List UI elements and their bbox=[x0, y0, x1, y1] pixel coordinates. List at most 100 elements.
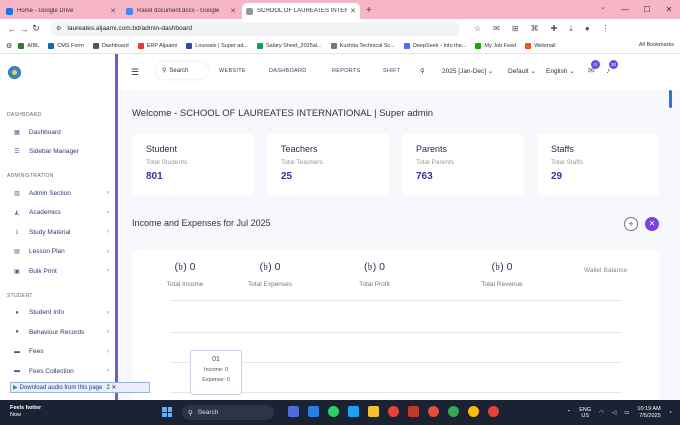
sidebar-item[interactable]: ▬ Fees › bbox=[13, 346, 109, 358]
whatsapp-icon[interactable] bbox=[328, 406, 339, 417]
global-search-icon[interactable]: ⚲ bbox=[420, 67, 425, 75]
chrome-icon[interactable] bbox=[468, 406, 479, 417]
nav-link-website[interactable]: WEBSITE bbox=[219, 68, 246, 74]
bookmark-item[interactable]: ERP Aljaami bbox=[137, 42, 177, 49]
app-icon[interactable] bbox=[408, 406, 419, 417]
battery-icon[interactable]: ▭ bbox=[624, 410, 629, 416]
download-extra-controls[interactable]: 2 ✕ bbox=[106, 384, 116, 391]
browser-tab[interactable]: Rasel document.docx - Google ✕ bbox=[122, 3, 240, 19]
sidebar-item[interactable]: ▦ Dashboard bbox=[13, 126, 109, 138]
sidebar-item[interactable]: ▣ Bulk Print › bbox=[13, 265, 109, 277]
close-window-button[interactable]: ✕ bbox=[658, 0, 680, 19]
browser-tab[interactable]: Home - Google Drive ✕ bbox=[2, 3, 120, 19]
extensions-puzzle-icon[interactable]: ✚ bbox=[551, 24, 558, 34]
school-logo[interactable] bbox=[8, 66, 21, 79]
notification-center-icon[interactable]: ◔ bbox=[669, 410, 672, 416]
tab-close-icon[interactable]: ✕ bbox=[110, 7, 116, 15]
minimize-button[interactable]: — bbox=[614, 0, 636, 19]
nav-link-reports[interactable]: REPORTS bbox=[332, 68, 361, 74]
bookmark-item[interactable]: Salary Sheet_2025al... bbox=[257, 42, 322, 49]
language-indicator[interactable]: ENG US bbox=[579, 407, 591, 419]
sidebar-item[interactable]: ▤ Lesson Plan › bbox=[13, 246, 109, 258]
app-icon[interactable] bbox=[288, 406, 299, 417]
app-icon[interactable] bbox=[308, 406, 319, 417]
sidebar-item[interactable]: ⤓ Study Material › bbox=[13, 226, 109, 238]
reload-button[interactable]: ↻ bbox=[30, 23, 42, 34]
sidebar-item[interactable]: ◭ Academics › bbox=[13, 207, 109, 219]
chrome-menu-icon[interactable]: ⋮ bbox=[602, 24, 610, 34]
weather-widget[interactable]: Feels hotter Now bbox=[10, 405, 41, 419]
tab-close-icon[interactable]: ✕ bbox=[350, 7, 356, 15]
notification-badge: 30 bbox=[609, 60, 618, 69]
chrome-icon[interactable] bbox=[388, 406, 399, 417]
card-subtitle: Total Students bbox=[146, 159, 188, 166]
sidebar-item[interactable]: ▥ Admin Section › bbox=[13, 187, 109, 199]
forward-button[interactable]: → bbox=[18, 24, 30, 34]
extension-icon[interactable]: ⊞ bbox=[512, 24, 519, 34]
sidebar-item-label: Academics bbox=[29, 209, 61, 216]
edge-icon[interactable] bbox=[348, 406, 359, 417]
bookmark-item[interactable]: AIBL bbox=[18, 42, 39, 49]
nav-link-dashboard[interactable]: DASHBOARD bbox=[269, 68, 307, 74]
card-title: Teachers bbox=[281, 144, 318, 154]
browser-tab[interactable]: SCHOOL OF LAUREATES INTERN ✕ bbox=[242, 3, 360, 19]
search-box[interactable]: ⚲ Search bbox=[156, 62, 208, 79]
bookmark-item[interactable]: Loureats | Super ad... bbox=[186, 42, 248, 49]
stat-value: (৳) 0 bbox=[491, 261, 513, 273]
all-bookmarks[interactable]: All Bookmarks bbox=[639, 42, 674, 48]
folder-icon[interactable] bbox=[368, 406, 379, 417]
message-icon[interactable]: ✉ 0 bbox=[588, 60, 600, 75]
hamburger-menu-icon[interactable]: ☰ bbox=[131, 67, 139, 78]
bookmark-item[interactable]: Webmail bbox=[525, 42, 556, 49]
chrome-icon[interactable] bbox=[448, 406, 459, 417]
stat-card[interactable]: Parents Total Parents 763 bbox=[402, 134, 524, 196]
back-button[interactable]: ← bbox=[6, 24, 18, 34]
new-tab-button[interactable]: + bbox=[366, 3, 372, 19]
download-audio-bar[interactable]: ▶ Download audio from this page 2 ✕ bbox=[10, 382, 150, 393]
sidebar-item[interactable]: ● Student Info › bbox=[13, 307, 109, 319]
bookmark-label: Loureats | Super ad... bbox=[195, 42, 248, 49]
translate-icon[interactable]: ⌘ bbox=[531, 24, 539, 34]
start-button[interactable] bbox=[162, 407, 172, 417]
download-icon[interactable]: ⤓ bbox=[569, 24, 573, 34]
language-select[interactable]: English ⌄ bbox=[546, 67, 575, 75]
sidebar-item[interactable]: ☰ Sidebar Manager bbox=[13, 146, 109, 158]
stat-card[interactable]: Teachers Total Teachers 25 bbox=[267, 134, 389, 196]
sidebar-item[interactable]: ● Behaviour Records › bbox=[13, 326, 109, 338]
bookmark-star-icon[interactable]: ☆ bbox=[474, 24, 481, 34]
chevron-up-icon[interactable]: ⌃ bbox=[567, 410, 572, 416]
stat-card[interactable]: Staffs Total Staffs 29 bbox=[537, 134, 659, 196]
bookmark-item[interactable]: Kushtia Technical Sc... bbox=[330, 42, 395, 49]
tab-search-icon[interactable]: ⌄ bbox=[600, 3, 606, 11]
maximize-button[interactable]: ☐ bbox=[636, 0, 658, 19]
book-icon: ▤ bbox=[14, 249, 20, 255]
bookmark-item[interactable]: Dashboard bbox=[92, 42, 129, 49]
bookmark-item[interactable]: CMS Form bbox=[48, 42, 84, 49]
address-bar[interactable]: ⚙ laureates.aljaami.com.bd/admin-dashboa… bbox=[50, 21, 460, 36]
app-icon[interactable] bbox=[428, 406, 439, 417]
chrome-icon[interactable] bbox=[488, 406, 499, 417]
bookmark-item[interactable]: DeepSeek - Into the... bbox=[403, 42, 466, 49]
clock[interactable]: 10:19 AM 7/5/2025 bbox=[637, 406, 660, 420]
taskbar-search[interactable]: ⚲ Search bbox=[182, 405, 274, 420]
volume-icon[interactable]: ◁ bbox=[612, 410, 616, 416]
nav-link-shift[interactable]: SHIFT bbox=[383, 68, 400, 74]
tab-close-icon[interactable]: ✕ bbox=[230, 7, 236, 15]
close-widget-button[interactable]: ✕ bbox=[645, 217, 659, 231]
wifi-icon[interactable]: ◠ bbox=[599, 410, 604, 416]
sidebar-item[interactable]: ▬ Fees Collection › bbox=[13, 365, 109, 377]
profile-icon[interactable]: ● bbox=[585, 24, 590, 34]
session-select[interactable]: 2025 [Jan-Dec] ⌄ bbox=[442, 67, 493, 75]
add-widget-button[interactable]: + bbox=[624, 217, 638, 231]
theme-select[interactable]: Default ⌄ bbox=[508, 67, 536, 75]
apps-icon[interactable]: ⚙ bbox=[6, 42, 12, 50]
mail-icon[interactable]: ✉ bbox=[493, 24, 500, 34]
bookmark-item[interactable]: My Job Feed bbox=[475, 42, 516, 49]
sidebar-item-label: Dashboard bbox=[29, 128, 61, 136]
scroll-indicator[interactable] bbox=[669, 90, 672, 108]
notification-bell-icon[interactable]: ♪ 30 bbox=[606, 60, 618, 75]
income-expenses-panel: (৳) 0 Total Income (৳) 0 Total Expenses … bbox=[132, 250, 660, 400]
site-info-icon[interactable]: ⚙ bbox=[56, 25, 61, 32]
stat-card[interactable]: Student Total Students 801 bbox=[132, 134, 254, 196]
user-icon: ● bbox=[15, 329, 19, 335]
